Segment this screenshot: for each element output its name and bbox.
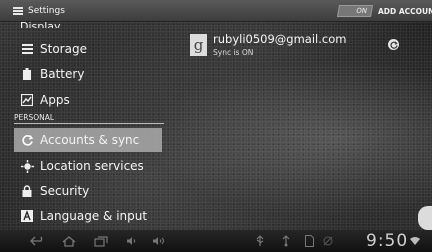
settings-sidebar: Display Storage Battery Apps PERSONAL Ac… (0, 0, 166, 230)
back-icon[interactable] (30, 234, 46, 248)
sidebar-item-language-input[interactable]: Language & input (20, 205, 147, 227)
system-navigation-bar: 9:50 (0, 230, 432, 252)
volume-up-icon[interactable] (152, 234, 166, 248)
add-account-button[interactable]: ADD ACCOUNT (378, 0, 432, 22)
sidebar-item-label: Location services (40, 159, 144, 173)
google-account-icon: g (190, 34, 207, 56)
action-bar: Settings ON ADD ACCOUNT (0, 0, 432, 22)
settings-app-icon (12, 5, 24, 17)
sd-card-icon (304, 234, 314, 248)
battery-icon (20, 67, 34, 81)
sidebar-item-label: Accounts & sync (40, 133, 140, 147)
volume-down-icon[interactable] (126, 234, 138, 248)
sync-icon (20, 133, 34, 147)
sidebar-item-label: Battery (40, 67, 85, 81)
account-email: rubyli0509@gmail.com (213, 32, 347, 46)
sidebar-item-label: Apps (40, 93, 70, 107)
account-sync-status: Sync is ON (213, 48, 254, 57)
lock-icon (20, 184, 34, 198)
location-icon (20, 159, 34, 173)
scroll-handle[interactable] (418, 206, 432, 230)
storage-icon (20, 42, 34, 56)
app-title: Settings (28, 5, 65, 16)
account-sync-icon (388, 39, 399, 50)
sidebar-item-location-services[interactable]: Location services (20, 155, 144, 177)
usb-debug-icon (254, 234, 266, 248)
sidebar-item-apps[interactable]: Apps (20, 89, 70, 111)
sidebar-item-label: Language & input (40, 209, 148, 223)
section-header-personal: PERSONAL (14, 113, 164, 124)
wifi-icon (410, 234, 420, 248)
sidebar-item-accounts-sync[interactable]: Accounts & sync (14, 128, 162, 152)
sync-toggle-label: ON (355, 7, 368, 15)
sidebar-item-label: Security (40, 184, 90, 198)
usb-icon (280, 234, 292, 248)
sidebar-item-battery[interactable]: Battery (20, 63, 84, 85)
keyboard-icon (20, 209, 34, 223)
status-clock: 9:50 (366, 231, 409, 251)
recent-apps-icon[interactable] (94, 234, 108, 248)
sidebar-item-security[interactable]: Security (20, 180, 89, 202)
home-icon[interactable] (62, 234, 76, 248)
sidebar-item-storage[interactable]: Storage (20, 38, 87, 60)
notification-icon (322, 234, 334, 248)
account-row[interactable]: g rubyli0509@gmail.com Sync is ON (186, 30, 416, 64)
sync-toggle[interactable]: ON (336, 5, 374, 17)
sidebar-item-label: Storage (40, 42, 87, 56)
apps-icon (20, 93, 34, 107)
